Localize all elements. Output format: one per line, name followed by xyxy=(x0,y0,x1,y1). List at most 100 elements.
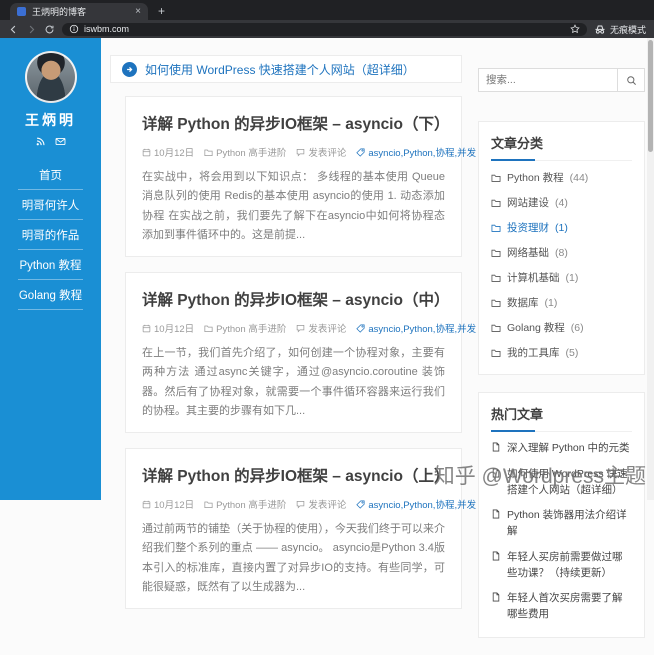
calendar-icon xyxy=(142,324,151,333)
folder-icon xyxy=(491,198,501,208)
browser-toolbar: iswbm.com 无痕模式 xyxy=(0,20,654,38)
announcement-link[interactable]: 如何使用 WordPress 快速搭建个人网站（超详细） xyxy=(145,61,415,78)
post-date: 10月12日 xyxy=(142,321,194,335)
incognito-badge: 无痕模式 xyxy=(594,23,646,36)
search-input[interactable] xyxy=(478,68,618,92)
post-meta: 10月12日 Python 高手进阶 发表评论 asyncio,Python,协… xyxy=(142,321,476,335)
doc-icon xyxy=(491,592,501,602)
calendar-icon xyxy=(142,148,151,157)
folder-icon xyxy=(491,298,501,308)
search-icon xyxy=(626,75,637,86)
post-comments-link[interactable]: 发表评论 xyxy=(296,145,346,159)
post-tags-link[interactable]: asyncio,Python,协程,并发 xyxy=(356,497,476,511)
back-icon[interactable] xyxy=(8,24,19,35)
menu-item-about[interactable]: 明哥何许人 xyxy=(0,190,101,220)
doc-icon xyxy=(491,551,501,561)
blog-author-name: 王炳明 xyxy=(25,112,76,128)
menu-item-home[interactable]: 首页 xyxy=(0,160,101,190)
category-item[interactable]: 投资理财 (1) xyxy=(491,215,632,240)
comment-icon xyxy=(296,148,305,157)
post-tags-link[interactable]: asyncio,Python,协程,并发 xyxy=(356,145,476,159)
tab-strip: 王炳明的博客 × + xyxy=(0,0,654,20)
url-text[interactable]: iswbm.com xyxy=(84,24,565,34)
hot-post-link[interactable]: 年轻人首次买房需要了解哪些费用 xyxy=(491,586,632,628)
category-item[interactable]: Python 教程 (44) xyxy=(491,165,632,190)
folder-icon xyxy=(491,348,501,358)
menu-item-golang[interactable]: Golang 教程 xyxy=(0,280,101,310)
tab-close-icon[interactable]: × xyxy=(135,6,141,17)
search-box xyxy=(478,68,645,92)
refresh-icon[interactable] xyxy=(44,24,55,35)
folder-icon xyxy=(204,500,213,509)
widget-title: 文章分类 xyxy=(491,133,632,161)
calendar-icon xyxy=(142,500,151,509)
folder-icon xyxy=(491,323,501,333)
scrollbar-thumb[interactable] xyxy=(648,40,653,152)
scrollbar[interactable] xyxy=(647,38,654,500)
new-tab-button[interactable]: + xyxy=(158,3,165,20)
post-date: 10月12日 xyxy=(142,497,194,511)
post-card: 详解 Python 的异步IO框架 – asyncio（上） 10月12日 Py… xyxy=(125,448,476,609)
post-category-link[interactable]: Python 高手进阶 xyxy=(204,497,286,511)
tag-icon xyxy=(356,148,365,157)
hot-post-link[interactable]: 年轻人买房前需要做过哪些功课？（持续更新） xyxy=(491,545,632,587)
folder-icon xyxy=(204,324,213,333)
menu-item-works[interactable]: 明哥的作品 xyxy=(0,220,101,250)
category-item[interactable]: 网络基础 (8) xyxy=(491,240,632,265)
comment-icon xyxy=(296,500,305,509)
categories-widget: 文章分类 Python 教程 (44) 网站建设 (4) 投资理财 (1) 网络基础(… xyxy=(478,121,645,375)
category-item[interactable]: 网站建设 (4) xyxy=(491,190,632,215)
post-card: 详解 Python 的异步IO框架 – asyncio（中） 10月12日 Py… xyxy=(125,272,476,433)
blog-menu: 首页 明哥何许人 明哥的作品 Python 教程 Golang 教程 xyxy=(0,160,101,310)
post-title[interactable]: 详解 Python 的异步IO框架 – asyncio（中） xyxy=(142,288,449,310)
announcement-bar[interactable]: 如何使用 WordPress 快速搭建个人网站（超详细） xyxy=(110,55,462,83)
post-excerpt: 在上一节，我们首先介绍了，如何创建一个协程对象，主要有两种方法 通过async关… xyxy=(142,347,445,417)
post-title[interactable]: 详解 Python 的异步IO框架 – asyncio（上） xyxy=(142,464,449,486)
avatar[interactable] xyxy=(24,51,77,103)
address-bar[interactable]: iswbm.com xyxy=(62,22,587,36)
rss-icon[interactable] xyxy=(35,136,46,147)
category-item[interactable]: Golang 教程 (6) xyxy=(491,315,632,340)
browser-chrome: 王炳明的博客 × + iswbm.com 无痕模式 xyxy=(0,0,654,38)
post-category-link[interactable]: Python 高手进阶 xyxy=(204,321,286,335)
browser-tab[interactable]: 王炳明的博客 × xyxy=(10,3,148,20)
post-title[interactable]: 详解 Python 的异步IO框架 – asyncio（下） xyxy=(142,112,449,134)
incognito-icon xyxy=(594,23,606,35)
hot-post-link[interactable]: 深入理解 Python 中的元类 xyxy=(491,436,632,462)
social-links xyxy=(0,136,101,147)
bookmark-star-icon[interactable] xyxy=(570,24,580,34)
category-item[interactable]: 数据库 (1) xyxy=(491,290,632,315)
post-excerpt: 在实战中，将会用到以下知识点： 多线程的基本使用 Queue消息队列的使用 Re… xyxy=(142,171,445,241)
folder-icon xyxy=(491,223,501,233)
main-column: 如何使用 WordPress 快速搭建个人网站（超详细） 详解 Python 的… xyxy=(110,55,476,624)
doc-icon xyxy=(491,509,501,519)
forward-icon[interactable] xyxy=(26,24,37,35)
tag-icon xyxy=(356,324,365,333)
tab-title: 王炳明的博客 xyxy=(32,7,87,17)
incognito-label: 无痕模式 xyxy=(609,24,646,35)
menu-item-python[interactable]: Python 教程 xyxy=(0,250,101,280)
blog-sidebar: 王炳明 首页 明哥何许人 明哥的作品 Python 教程 Golang 教程 xyxy=(0,38,101,500)
doc-icon xyxy=(491,442,501,452)
category-item[interactable]: 我的工具库 (5) xyxy=(491,340,632,365)
post-comments-link[interactable]: 发表评论 xyxy=(296,321,346,335)
tab-favicon xyxy=(17,7,26,16)
post-excerpt: 通过前两节的铺垫（关于协程的使用），今天我们终于可以来介绍我们整个系列的重点 —… xyxy=(142,523,445,593)
post-comments-link[interactable]: 发表评论 xyxy=(296,497,346,511)
hot-post-link[interactable]: Python 装饰器用法介绍详解 xyxy=(491,503,632,545)
post-date: 10月12日 xyxy=(142,145,194,159)
folder-icon xyxy=(491,273,501,283)
mail-icon[interactable] xyxy=(55,136,66,147)
search-button[interactable] xyxy=(618,68,645,92)
tag-icon xyxy=(356,500,365,509)
page: 王炳明 首页 明哥何许人 明哥的作品 Python 教程 Golang 教程 如… xyxy=(0,38,654,638)
post-meta: 10月12日 Python 高手进阶 发表评论 asyncio,Python,协… xyxy=(142,145,476,159)
site-info-icon[interactable] xyxy=(69,24,79,34)
announcement-icon xyxy=(122,61,137,77)
post-tags-link[interactable]: asyncio,Python,协程,并发 xyxy=(356,321,476,335)
right-sidebar: 文章分类 Python 教程(44) 网站建设(4) 投资理财(1) 网络基础(… xyxy=(478,68,645,655)
folder-icon xyxy=(204,148,213,157)
watermark: 知乎 @Wordpress主题 xyxy=(433,465,646,488)
post-category-link[interactable]: Python 高手进阶 xyxy=(204,145,286,159)
category-item[interactable]: 计算机基础 (1) xyxy=(491,265,632,290)
